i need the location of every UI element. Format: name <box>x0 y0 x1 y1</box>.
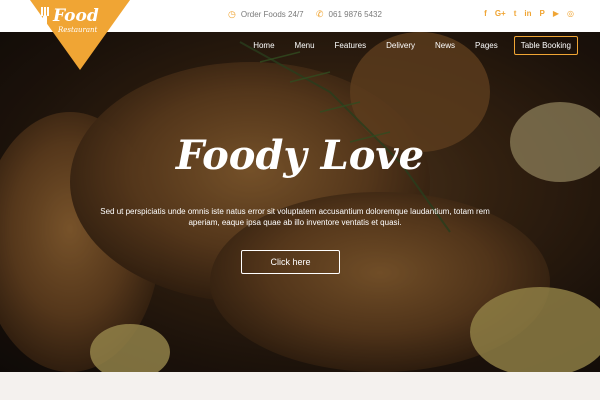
nav-features[interactable]: Features <box>335 41 367 50</box>
nav-news[interactable]: News <box>435 41 455 50</box>
phone-icon: ✆ <box>316 9 324 19</box>
phone-info: ✆ 061 9876 5432 <box>316 9 382 20</box>
nav-delivery[interactable]: Delivery <box>386 41 415 50</box>
twitter-icon[interactable]: t <box>514 10 517 18</box>
logo[interactable]: Food Restaurant <box>30 0 130 70</box>
linkedin-icon[interactable]: in <box>524 10 531 18</box>
hero-overlay <box>0 32 600 372</box>
next-section-strip <box>0 372 600 400</box>
social-links: f G+ t in P ▶ ◎ <box>484 10 574 18</box>
fork-icon <box>40 7 50 33</box>
order-text: Order Foods 24/7 <box>240 10 304 19</box>
main-nav: Home Menu Features Delivery News Pages T… <box>233 36 578 55</box>
hero-description: Sed ut perspiciatis unde omnis iste natu… <box>100 207 490 227</box>
clock-icon: ◷ <box>228 9 236 19</box>
table-booking-button[interactable]: Table Booking <box>513 36 578 55</box>
instagram-icon[interactable]: ◎ <box>567 10 574 18</box>
logo-subtitle: Restaurant <box>58 26 98 34</box>
google-plus-icon[interactable]: G+ <box>495 10 506 18</box>
click-here-button[interactable]: Click here <box>241 250 340 274</box>
nav-menu[interactable]: Menu <box>295 41 315 50</box>
logo-title: Food <box>53 6 99 26</box>
pinterest-icon[interactable]: P <box>540 10 545 18</box>
order-info: ◷ Order Foods 24/7 <box>228 9 304 20</box>
phone-text: 061 9876 5432 <box>328 10 382 19</box>
hero-title: Foody Love <box>175 132 425 179</box>
nav-pages[interactable]: Pages <box>475 41 498 50</box>
facebook-icon[interactable]: f <box>484 10 487 18</box>
youtube-icon[interactable]: ▶ <box>553 10 559 18</box>
nav-home[interactable]: Home <box>253 41 274 50</box>
hero-section <box>0 32 600 372</box>
